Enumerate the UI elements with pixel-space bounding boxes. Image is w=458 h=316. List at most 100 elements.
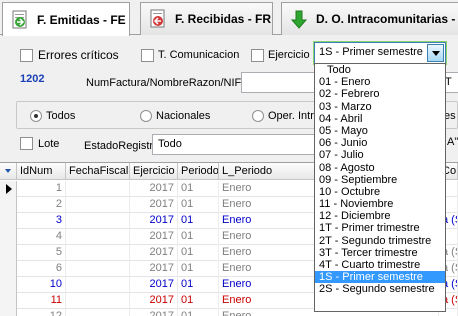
cell-ejercicio[interactable]: 2017 — [130, 197, 178, 213]
row-selector[interactable] — [0, 181, 17, 197]
tab-intracomunitarias[interactable]: D. O. Intracomunitarias - O — [281, 2, 458, 35]
cell-ejercicio[interactable]: 2017 — [130, 309, 178, 316]
radio-oper-intr[interactable] — [252, 110, 264, 122]
cell-fecha[interactable] — [66, 261, 130, 277]
cell-id[interactable]: 5 — [17, 245, 66, 261]
cell-fecha[interactable] — [66, 293, 130, 309]
radio-todos-label: Todos — [46, 110, 76, 122]
cell-id[interactable]: 2 — [17, 197, 66, 213]
dropdown-option[interactable]: 08 - Agosto — [315, 162, 445, 174]
cell-fecha[interactable] — [66, 197, 130, 213]
dropdown-option[interactable]: 07 - Julio — [315, 149, 445, 161]
search-label: NumFactura/NombreRazon/NIF — [86, 77, 242, 89]
errores-label: Errores críticos — [38, 48, 119, 62]
cell-id[interactable]: 6 — [17, 261, 66, 277]
cell-id[interactable]: 4 — [17, 229, 66, 245]
tab-emitidas-label: F. Emitidas - FE — [37, 12, 126, 27]
cell-ejercicio[interactable]: 2017 — [130, 277, 178, 293]
dropdown-option[interactable]: 04 - Abril — [315, 113, 445, 125]
column-header-ejercicio[interactable]: Ejercicio — [130, 163, 178, 180]
cell-ejercicio[interactable]: 2017 — [130, 261, 178, 277]
row-selector[interactable] — [0, 261, 17, 277]
row-selector[interactable] — [0, 293, 17, 309]
cell-periodo[interactable]: 01 — [178, 245, 219, 261]
dropdown-option[interactable]: 10 - Octubre — [315, 186, 445, 198]
cell-ejercicio[interactable]: 2017 — [130, 245, 178, 261]
dropdown-option[interactable]: 02 - Febrero — [315, 88, 445, 100]
green-down-arrow-icon — [290, 9, 308, 29]
record-count: 1202 — [20, 73, 45, 85]
cell-id[interactable]: 10 — [17, 277, 66, 293]
tcom-checkbox[interactable] — [141, 49, 154, 62]
dropdown-option[interactable]: 01 - Enero — [315, 76, 445, 88]
dropdown-option[interactable]: 12 - Diciembre — [315, 210, 445, 222]
lote-checkbox[interactable] — [20, 137, 33, 150]
dropdown-option[interactable]: 1T - Primer trimestre — [315, 222, 445, 234]
cell-ejercicio[interactable]: 2017 — [130, 293, 178, 309]
sort-icon — [5, 169, 11, 173]
row-selector[interactable] — [0, 229, 17, 245]
column-header-fechafiscal[interactable]: FechaFiscal — [66, 163, 130, 180]
cell-periodo[interactable]: 01 — [178, 213, 219, 229]
tab-bar: F. Emitidas - FE F. Recibidas - FR D. O.… — [0, 0, 458, 36]
row-selector[interactable] — [0, 277, 17, 293]
row-selector[interactable] — [0, 309, 17, 316]
cell-periodo[interactable]: 01 — [178, 197, 219, 213]
dropdown-option[interactable]: 2S - Segundo semestre — [315, 283, 445, 295]
column-header-periodo[interactable]: Periodo — [178, 163, 219, 180]
chevron-down-icon[interactable] — [427, 44, 444, 62]
cell-id[interactable]: 11 — [17, 293, 66, 309]
cell-fecha[interactable] — [66, 229, 130, 245]
estado-select[interactable]: Todo — [152, 134, 322, 155]
dropdown-option[interactable]: Todo — [315, 64, 445, 76]
cell-id[interactable]: 1 — [17, 181, 66, 197]
dropdown-option[interactable]: 2T - Segundo trimestre — [315, 235, 445, 247]
cell-id[interactable]: 3 — [17, 213, 66, 229]
radio-nacionales[interactable] — [140, 110, 152, 122]
cell-ejercicio[interactable]: 2017 — [130, 213, 178, 229]
dropdown-option[interactable]: 05 - Mayo — [315, 125, 445, 137]
cell-periodo[interactable]: 01 — [178, 293, 219, 309]
estado-suffix: A" — [447, 136, 458, 148]
row-selector[interactable] — [0, 213, 17, 229]
estado-value: Todo — [158, 138, 182, 150]
estado-label: EstadoRegistro — [84, 140, 160, 152]
cell-periodo[interactable]: 01 — [178, 309, 219, 316]
cell-fecha[interactable] — [66, 181, 130, 197]
dropdown-option[interactable]: 4T - Cuarto trimestre — [315, 259, 445, 271]
ejercicio-checkbox[interactable] — [251, 49, 264, 62]
errores-checkbox[interactable] — [20, 49, 33, 62]
dropdown-option[interactable]: 03 - Marzo — [315, 101, 445, 113]
tab-recibidas-label: F. Recibidas - FR — [175, 12, 272, 26]
dropdown-option-selected[interactable]: 1S - Primer semestre — [315, 271, 445, 284]
dropdown-option[interactable]: 06 - Junio — [315, 137, 445, 149]
cell-periodo[interactable]: 01 — [178, 181, 219, 197]
cell-fecha[interactable] — [66, 277, 130, 293]
periodo-combo-value: 1S - Primer semestre — [319, 46, 423, 58]
grid-corner[interactable] — [0, 163, 17, 180]
dropdown-option[interactable]: 09 - Septiembre — [315, 174, 445, 186]
radio-todos[interactable] — [30, 110, 42, 122]
cell-fecha[interactable] — [66, 213, 130, 229]
row-selector[interactable] — [0, 197, 17, 213]
cell-ejercicio[interactable]: 2017 — [130, 181, 178, 197]
cell-periodo[interactable]: 01 — [178, 261, 219, 277]
cell-fecha[interactable] — [66, 245, 130, 261]
lote-label: Lote — [38, 138, 60, 150]
dropdown-option[interactable]: 3T - Tercer trimestre — [315, 247, 445, 259]
row-selector[interactable] — [0, 245, 17, 261]
tab-recibidas[interactable]: F. Recibidas - FR — [140, 2, 273, 35]
column-header-idnum[interactable]: IdNum — [17, 163, 66, 180]
cell-periodo[interactable]: 01 — [178, 229, 219, 245]
cell-id[interactable]: 12 — [17, 309, 66, 316]
radio-nacionales-label: Nacionales — [156, 110, 211, 122]
tab-emitidas[interactable]: F. Emitidas - FE — [2, 2, 130, 36]
cell-fecha[interactable] — [66, 309, 130, 316]
dropdown-option[interactable]: 11 - Noviembre — [315, 198, 445, 210]
search-input[interactable] — [241, 72, 321, 93]
cell-ejercicio[interactable]: 2017 — [130, 229, 178, 245]
cell-periodo[interactable]: 01 — [178, 277, 219, 293]
tab-intracomunitarias-label: D. O. Intracomunitarias - O — [316, 12, 458, 26]
periodo-dropdown: Todo 01 - Enero 02 - Febrero 03 - Marzo … — [314, 63, 446, 312]
periodo-combo[interactable]: 1S - Primer semestre — [314, 42, 446, 64]
